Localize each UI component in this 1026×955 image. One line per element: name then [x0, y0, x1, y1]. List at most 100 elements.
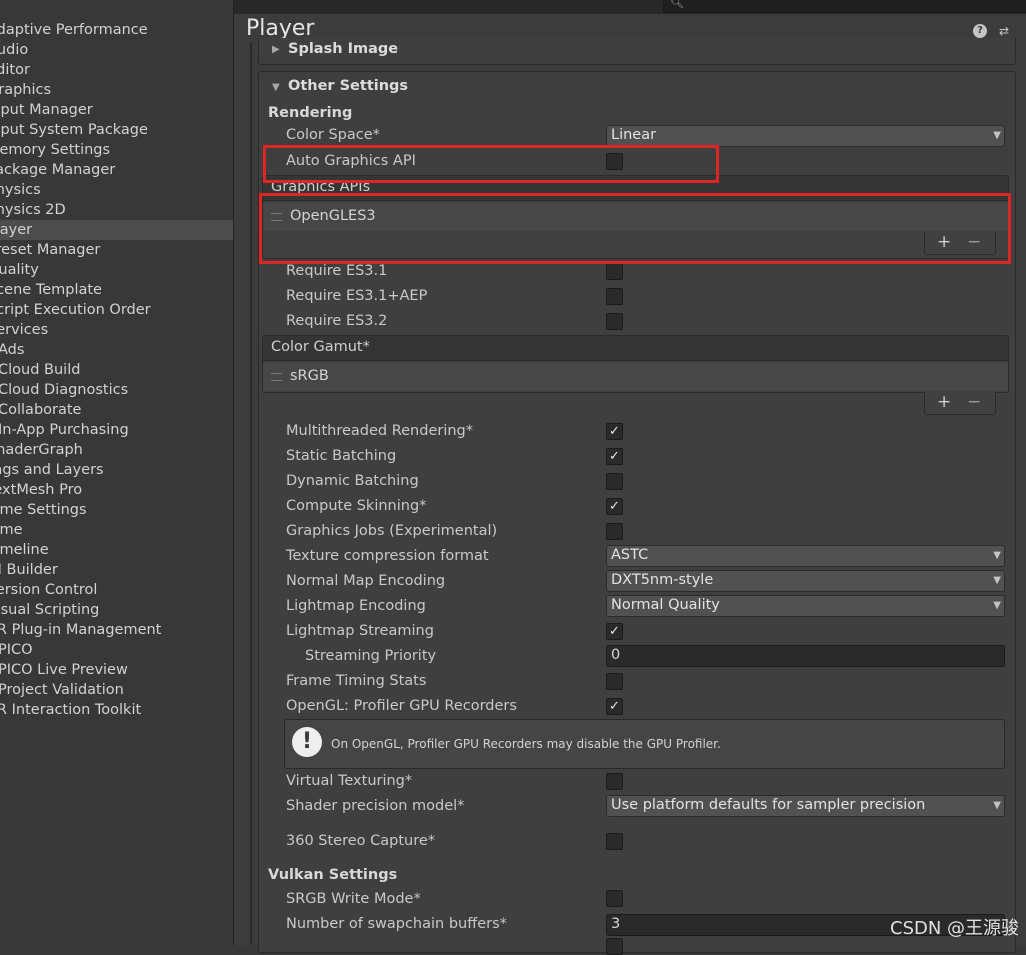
lightmap-streaming-label: Lightmap Streaming: [286, 623, 434, 639]
dynamic-batching-checkbox[interactable]: [606, 473, 623, 490]
settings-icon[interactable]: ⇄: [997, 24, 1011, 38]
sidebar-item-ads[interactable]: Ads: [0, 340, 233, 360]
sidebar-item-cloud-build[interactable]: Cloud Build: [0, 360, 233, 380]
sidebar-item-tags-and-layers[interactable]: Tags and Layers: [0, 460, 233, 480]
lightmap-encoding-label: Lightmap Encoding: [286, 598, 426, 614]
splash-image-foldout[interactable]: ▶ Splash Image: [258, 38, 1016, 65]
frame-timing-stats-checkbox[interactable]: [606, 673, 623, 690]
graphics-jobs-checkbox[interactable]: [606, 523, 623, 540]
compute-skinning-checkbox[interactable]: ✓: [606, 498, 623, 515]
sidebar-item-quality[interactable]: Quality: [0, 260, 233, 280]
stereo-capture-checkbox[interactable]: [606, 833, 623, 850]
sidebar-item-collaborate[interactable]: Collaborate: [0, 400, 233, 420]
sidebar-item-memory-settings[interactable]: Memory Settings: [0, 140, 233, 160]
frame-timing-stats-label: Frame Timing Stats: [286, 673, 427, 689]
next-setting-checkbox[interactable]: [606, 938, 623, 955]
chevron-down-icon: ▼: [993, 800, 1001, 811]
sidebar-item-package-manager[interactable]: Package Manager: [0, 160, 233, 180]
color-space-label: Color Space*: [286, 127, 380, 143]
streaming-priority-field[interactable]: 0: [606, 645, 1005, 667]
list-item[interactable]: sRGB: [263, 363, 1008, 391]
sidebar-item-player[interactable]: Player: [0, 220, 233, 240]
highlight-graphics-apis: [259, 193, 1011, 264]
sidebar-item-pico[interactable]: PICO: [0, 640, 233, 660]
dynamic-batching-label: Dynamic Batching: [286, 473, 419, 489]
sidebar-item-input-system[interactable]: Input System Package: [0, 120, 233, 140]
sidebar-item-pico-live-preview[interactable]: PICO Live Preview: [0, 660, 233, 680]
srgb-write-mode-label: SRGB Write Mode*: [286, 891, 421, 907]
sidebar-item-version-control[interactable]: Version Control: [0, 580, 233, 600]
compute-skinning-label: Compute Skinning*: [286, 498, 427, 514]
multithreaded-rendering-checkbox[interactable]: ✓: [606, 423, 623, 440]
rendering-section-title: Rendering: [268, 105, 353, 121]
chevron-down-icon: ▼: [993, 130, 1001, 141]
arrow-down-icon[interactable]: ▼: [272, 82, 280, 93]
require-es31aep-label: Require ES3.1+AEP: [286, 288, 428, 304]
splash-image-title: Splash Image: [288, 41, 399, 57]
chevron-down-icon: ▼: [993, 600, 1001, 611]
sidebar-item-editor[interactable]: Editor: [0, 60, 233, 80]
warning-message: On OpenGL, Profiler GPU Recorders may di…: [331, 737, 721, 751]
sidebar-item-input-manager[interactable]: Input Manager: [0, 100, 233, 120]
sidebar-item-time[interactable]: Time: [0, 520, 233, 540]
texture-compression-dropdown[interactable]: ASTC ▼: [606, 545, 1005, 567]
drag-handle-icon[interactable]: [271, 373, 282, 381]
sidebar-item-cloud-diagnostics[interactable]: Cloud Diagnostics: [0, 380, 233, 400]
sidebar-item-script-execution-order[interactable]: Script Execution Order: [0, 300, 233, 320]
color-gamut-list: Color Gamut* sRGB: [262, 335, 1009, 393]
arrow-right-icon: ▶: [272, 44, 280, 55]
sidebar-item-adaptive-performance[interactable]: Adaptive Performance: [0, 20, 233, 40]
static-batching-label: Static Batching: [286, 448, 397, 464]
sidebar-item-xr-plugin-management[interactable]: XR Plug-in Management: [0, 620, 233, 640]
stereo-capture-label: 360 Stereo Capture*: [286, 833, 436, 849]
sidebar-item-settings[interactable]: Time Settings: [0, 500, 233, 520]
color-space-dropdown[interactable]: Linear ▼: [606, 125, 1005, 147]
other-settings-title[interactable]: Other Settings: [288, 78, 408, 94]
swapchain-buffers-label: Number of swapchain buffers*: [286, 916, 507, 932]
remove-icon[interactable]: −: [967, 392, 981, 412]
srgb-write-mode-checkbox[interactable]: [606, 890, 623, 907]
require-es32-checkbox[interactable]: [606, 313, 623, 330]
sidebar-item-shadergraph[interactable]: ShaderGraph: [0, 440, 233, 460]
sidebar-item-services[interactable]: Services: [0, 320, 233, 340]
opengl-profiler-checkbox[interactable]: ✓: [606, 698, 623, 715]
sidebar-item-ui-builder[interactable]: UI Builder: [0, 560, 233, 580]
chevron-down-icon: ▼: [993, 550, 1001, 561]
sidebar-item-xr-interaction-toolkit[interactable]: XR Interaction Toolkit: [0, 700, 233, 720]
static-batching-checkbox[interactable]: ✓: [606, 448, 623, 465]
sidebar-item-graphics[interactable]: Graphics: [0, 80, 233, 100]
sidebar-item-visual-scripting[interactable]: Visual Scripting: [0, 600, 233, 620]
sidebar-item-in-app-purchasing[interactable]: In-App Purchasing: [0, 420, 233, 440]
opengl-profiler-label: OpenGL: Profiler GPU Recorders: [286, 698, 517, 714]
virtual-texturing-label: Virtual Texturing*: [286, 773, 413, 789]
texture-compression-label: Texture compression format: [286, 548, 489, 564]
highlight-auto-graphics-api: [263, 145, 719, 183]
sidebar-item-physics[interactable]: Physics: [0, 180, 233, 200]
sidebar-item-scene-template[interactable]: Scene Template: [0, 280, 233, 300]
warning-icon: !: [292, 727, 322, 757]
normal-map-encoding-dropdown[interactable]: DXT5nm-style ▼: [606, 570, 1005, 592]
normal-map-encoding-label: Normal Map Encoding: [286, 573, 446, 589]
sidebar-item-textmesh-pro[interactable]: TextMesh Pro: [0, 480, 233, 500]
sidebar-item-audio[interactable]: Audio: [0, 40, 233, 60]
lightmap-encoding-dropdown[interactable]: Normal Quality ▼: [606, 595, 1005, 617]
shader-precision-label: Shader precision model*: [286, 798, 465, 814]
help-icon[interactable]: ?: [973, 24, 987, 38]
settings-sidebar: Adaptive Performance Audio Editor Graphi…: [0, 0, 234, 945]
shader-precision-dropdown[interactable]: Use platform defaults for sampler precis…: [606, 795, 1005, 817]
require-es31aep-checkbox[interactable]: [606, 288, 623, 305]
watermark: CSDN @王源骏: [890, 918, 1020, 939]
color-gamut-add-remove: + −: [924, 392, 996, 415]
add-icon[interactable]: +: [937, 392, 951, 412]
streaming-priority-label: Streaming Priority: [305, 648, 437, 664]
sidebar-item-physics-2d[interactable]: Physics 2D: [0, 200, 233, 220]
lightmap-streaming-checkbox[interactable]: ✓: [606, 623, 623, 640]
require-es31-checkbox[interactable]: [606, 263, 623, 280]
virtual-texturing-checkbox[interactable]: [606, 773, 623, 790]
sidebar-item-timeline[interactable]: Timeline: [0, 540, 233, 560]
multithreaded-rendering-label: Multithreaded Rendering*: [286, 423, 473, 439]
sidebar-item-preset-manager[interactable]: Preset Manager: [0, 240, 233, 260]
search-input[interactable]: 🔍︎: [663, 0, 1026, 13]
require-es32-label: Require ES3.2: [286, 313, 388, 329]
sidebar-item-project-validation[interactable]: Project Validation: [0, 680, 233, 700]
